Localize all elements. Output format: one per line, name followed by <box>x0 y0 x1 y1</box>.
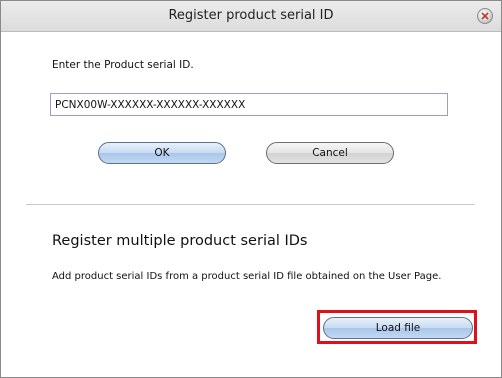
close-button[interactable] <box>477 8 493 24</box>
register-serial-dialog: Register product serial ID Enter the Pro… <box>0 0 502 378</box>
load-file-button[interactable]: Load file <box>323 317 473 339</box>
ok-button[interactable]: OK <box>98 142 226 164</box>
dialog-title: Register product serial ID <box>168 8 334 23</box>
multiple-serials-heading: Register multiple product serial IDs <box>52 233 308 249</box>
serial-id-input[interactable] <box>50 93 448 116</box>
section-divider <box>26 204 475 205</box>
close-icon <box>481 12 489 20</box>
serial-prompt-label: Enter the Product serial ID. <box>52 59 194 71</box>
multiple-serials-description: Add product serial IDs from a product se… <box>52 271 442 282</box>
title-bar: Register product serial ID <box>1 1 501 32</box>
cancel-button[interactable]: Cancel <box>266 142 394 164</box>
